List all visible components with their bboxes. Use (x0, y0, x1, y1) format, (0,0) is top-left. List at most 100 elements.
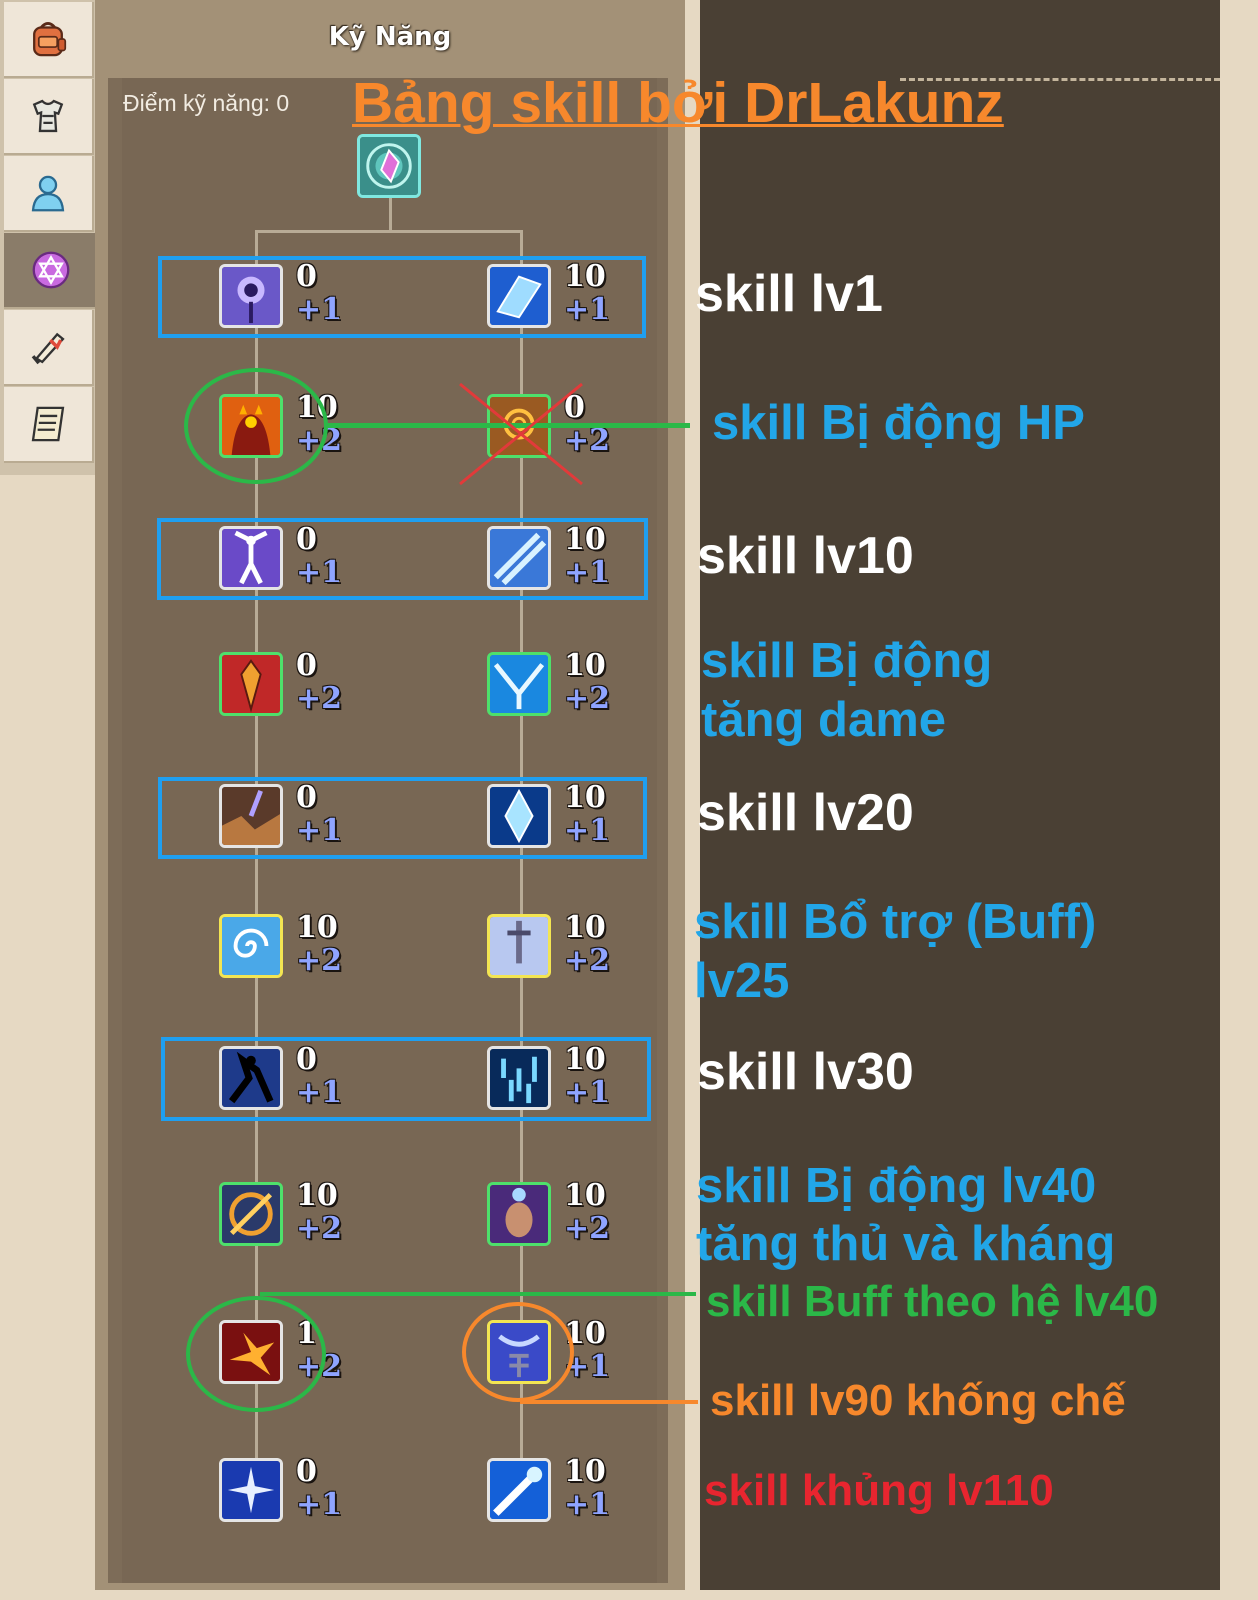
lv90-pointer (520, 1400, 698, 1404)
shadow-dash-icon (222, 1049, 280, 1107)
skill-slot[interactable] (219, 652, 283, 716)
skill-upgrade-button[interactable]: +1 (564, 1075, 610, 1110)
skill-slot[interactable] (219, 526, 283, 590)
note-buff-line2: lv25 (694, 954, 790, 1008)
note-lv20: skill lv20 (697, 784, 914, 842)
note-buff-element: skill Buff theo hệ lv40 (706, 1277, 1159, 1326)
tab-quests[interactable] (4, 387, 94, 463)
fire-vortex-icon (222, 1185, 280, 1243)
skill-level: 10 (564, 1454, 606, 1489)
note-lv30: skill lv30 (697, 1043, 914, 1101)
note-passive-hp: skill Bị động HP (712, 396, 1085, 450)
armor-icon (32, 99, 64, 133)
tab-equipment[interactable] (4, 79, 94, 155)
skill-level: 10 (564, 910, 606, 945)
skill-slot[interactable] (487, 264, 551, 328)
skill-upgrade-button[interactable]: +1 (564, 292, 610, 327)
frost-slash-icon (490, 529, 548, 587)
skill-level: 0 (296, 522, 317, 557)
orb-staff-icon (222, 267, 280, 325)
skill-level: 0 (296, 648, 317, 683)
skill-upgrade-button[interactable]: +1 (564, 1487, 610, 1522)
skill-slot[interactable] (487, 1458, 551, 1522)
skill-slot[interactable] (487, 914, 551, 978)
tab-skills[interactable] (4, 233, 97, 309)
skill-slot[interactable] (219, 1458, 283, 1522)
root-skill[interactable] (357, 134, 421, 198)
holy-sword-icon (490, 917, 548, 975)
skill-level: 10 (564, 522, 606, 557)
cross-mark-icon (459, 382, 583, 486)
skill-upgrade-button[interactable]: +2 (296, 1211, 342, 1246)
note-lv10: skill lv10 (697, 527, 914, 585)
ice-shard-icon (490, 787, 548, 845)
tab-inventory[interactable] (4, 2, 94, 78)
skill-upgrade-button[interactable]: +1 (296, 292, 342, 327)
annotation-title: Bảng skill bởi DrLakunz (352, 71, 1004, 135)
skill-slot[interactable] (219, 1046, 283, 1110)
skill-level: 0 (296, 1454, 317, 1489)
skill-level: 10 (296, 1178, 338, 1213)
tab-character[interactable] (4, 156, 94, 232)
skill-upgrade-button[interactable]: +1 (564, 813, 610, 848)
buff-element-pointer (260, 1292, 696, 1296)
ice-wings-icon (490, 655, 548, 713)
lv90-circle (462, 1302, 574, 1402)
skill-slot[interactable] (219, 914, 283, 978)
character-icon (31, 175, 65, 212)
skill-slot[interactable] (487, 526, 551, 590)
scroll-icon (31, 332, 65, 365)
note-lv1: skill lv1 (695, 265, 883, 323)
tree-line (389, 196, 392, 232)
skill-upgrade-button[interactable]: +2 (296, 681, 342, 716)
skill-level: 0 (296, 259, 317, 294)
skill-level: 10 (564, 780, 606, 815)
skill-upgrade-button[interactable]: +2 (564, 1211, 610, 1246)
skill-upgrade-button[interactable]: +2 (296, 943, 342, 978)
tree-line (256, 230, 522, 233)
skill-slot[interactable] (219, 264, 283, 328)
backpack-icon (33, 22, 67, 57)
note-passive-dmg-line2: tăng dame (701, 693, 947, 747)
skill-level: 10 (296, 910, 338, 945)
hexagram-icon (32, 251, 69, 289)
note-lv90: skill lv90 khống chế (710, 1376, 1126, 1425)
quest-list-icon (31, 406, 65, 442)
spirit-figure-icon (222, 529, 280, 587)
skill-slot[interactable] (487, 784, 551, 848)
note-buff-line1: skill Bổ trợ (Buff) (694, 895, 1097, 949)
note-passive-def-line2: tăng thủ và kháng (696, 1217, 1116, 1271)
crystal-icon (360, 137, 418, 195)
tab-scrolls[interactable] (4, 310, 94, 386)
skill-slot[interactable] (219, 1182, 283, 1246)
skill-upgrade-button[interactable]: +1 (296, 555, 342, 590)
skill-level: 10 (564, 1042, 606, 1077)
skill-upgrade-button[interactable]: +1 (296, 1487, 342, 1522)
skill-level: 0 (296, 780, 317, 815)
side-tab-bar (0, 0, 97, 475)
note-passive-dmg-line1: skill Bị động (701, 634, 993, 688)
whirlwind-icon (222, 917, 280, 975)
skill-slot[interactable] (487, 652, 551, 716)
passive-hp-circle (184, 368, 328, 484)
skill-upgrade-button[interactable]: +1 (564, 555, 610, 590)
ice-crystal-icon (490, 267, 548, 325)
skill-upgrade-button[interactable]: +2 (564, 943, 610, 978)
note-passive-def-line1: skill Bị động lv40 (696, 1159, 1097, 1213)
window-title: Kỹ Năng (328, 22, 452, 52)
skill-level: 0 (296, 1042, 317, 1077)
skill-level: 10 (564, 1178, 606, 1213)
skill-upgrade-button[interactable]: +1 (296, 1075, 342, 1110)
skill-slot[interactable] (487, 1182, 551, 1246)
skill-level: 10 (564, 648, 606, 683)
skill-level: 10 (564, 259, 606, 294)
skill-slot[interactable] (487, 1046, 551, 1110)
skill-slot[interactable] (219, 784, 283, 848)
note-lv110: skill khủng lv110 (704, 1466, 1054, 1515)
skill-points-label: Điểm kỹ năng: 0 (123, 90, 290, 116)
blade-shield-icon (222, 655, 280, 713)
skill-upgrade-button[interactable]: +2 (564, 681, 610, 716)
skill-upgrade-button[interactable]: +1 (296, 813, 342, 848)
star-wave-icon (222, 1461, 280, 1519)
ice-rain-icon (490, 1049, 548, 1107)
